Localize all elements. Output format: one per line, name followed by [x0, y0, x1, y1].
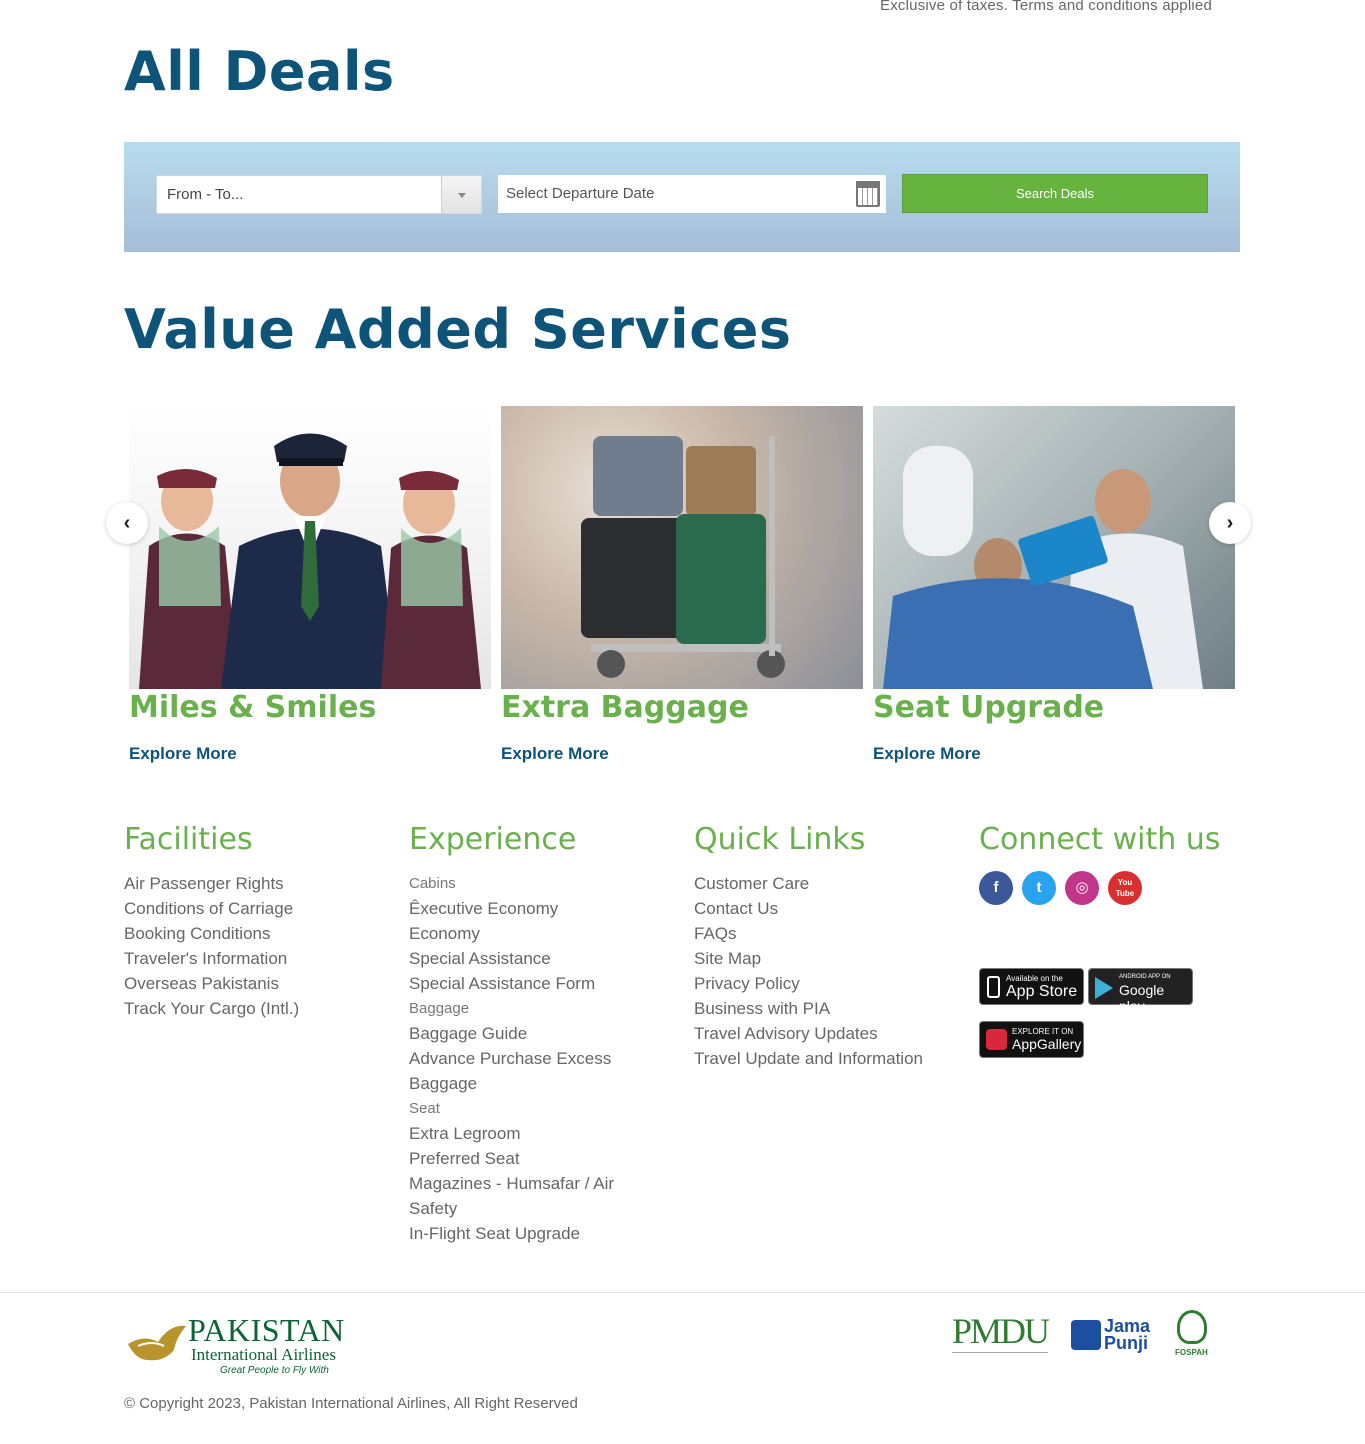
jama-punji-text: Jama Punji [1104, 1316, 1151, 1353]
facebook-icon[interactable]: f [979, 871, 1013, 905]
footer-link[interactable]: Track Your Cargo (Intl.) [124, 996, 299, 1021]
app-store-badge[interactable]: Available on the App Store [979, 968, 1084, 1005]
route-select-value: From - To... [167, 186, 244, 203]
copyright-text: © Copyright 2023, Pakistan International… [124, 1395, 578, 1412]
footer-link[interactable]: Extra Legroom [409, 1121, 649, 1146]
deal-search-bar: From - To... Select Departure Date Searc… [124, 142, 1240, 252]
service-title: Extra Baggage [501, 690, 749, 725]
google-small-text: ANDROID APP ON [1119, 974, 1171, 980]
instagram-icon[interactable]: ◎ [1065, 871, 1099, 905]
footer-link[interactable]: Site Map [694, 946, 923, 971]
footer-link[interactable]: Economy [409, 921, 649, 946]
calendar-icon[interactable] [856, 181, 880, 207]
carousel-prev-button[interactable]: ‹ [106, 502, 148, 544]
pia-emblem-icon [128, 1325, 186, 1361]
jama-punji-emblem-icon [1071, 1320, 1101, 1350]
footer-link[interactable]: Booking Conditions [124, 921, 299, 946]
social-links: f t ◎ You Tube [979, 871, 1220, 905]
pia-logo[interactable]: PAKISTAN International Airlines Great Pe… [124, 1312, 354, 1384]
google-play-badge[interactable]: ANDROID APP ON Google play [1088, 968, 1193, 1014]
app-gallery-big-text: AppGallery [1012, 1036, 1082, 1052]
footer-link[interactable]: Baggage Guide [409, 1021, 649, 1046]
quick-links-column: Quick Links Customer Care Contact Us FAQ… [694, 822, 923, 1071]
footer-link[interactable]: Customer Care [694, 871, 923, 896]
services-carousel: Miles & Smiles Explore More Extra Baggag… [106, 406, 1251, 786]
crew-photo [129, 406, 491, 689]
value-added-services-heading: Value Added Services [124, 298, 792, 361]
apple-icon [987, 976, 1000, 998]
service-card-miles[interactable]: Miles & Smiles Explore More [129, 406, 491, 763]
footer-divider [0, 1292, 1365, 1293]
app-store-small-text: Available on the [1006, 974, 1063, 983]
route-select[interactable]: From - To... [156, 175, 482, 214]
pmdu-logo[interactable]: PMDU [952, 1310, 1052, 1362]
connect-column: Connect with us f t ◎ You Tube [979, 822, 1220, 905]
explore-more-link[interactable]: Explore More [873, 744, 981, 764]
service-card-baggage[interactable]: Extra Baggage Explore More [501, 406, 863, 763]
footer-link[interactable]: Advance Purchase Excess Baggage [409, 1046, 649, 1096]
service-title: Miles & Smiles [129, 690, 377, 725]
connect-heading: Connect with us [979, 822, 1221, 857]
huawei-icon [986, 1029, 1007, 1050]
app-gallery-small-text: EXPLORE IT ON [1012, 1027, 1074, 1036]
footer-link[interactable]: Conditions of Carriage [124, 896, 299, 921]
search-deals-button[interactable]: Search Deals [902, 174, 1208, 213]
footer-link[interactable]: Special Assistance [409, 946, 649, 971]
logo-main-text: PAKISTAN [188, 1312, 345, 1348]
tax-note: Exclusive of taxes. Terms and conditions… [880, 0, 1212, 14]
seat-upgrade-photo [873, 406, 1235, 689]
twitter-icon[interactable]: t [1022, 871, 1056, 905]
departure-date-placeholder: Select Departure Date [506, 185, 655, 202]
departure-date-input[interactable]: Select Departure Date [498, 175, 886, 213]
footer-link[interactable]: Travel Update and Information [694, 1046, 923, 1071]
footer-link[interactable]: Special Assistance Form [409, 971, 649, 996]
logo-tagline: Great People to Fly With [220, 1365, 329, 1376]
fospah-text: FOSPAH [1175, 1348, 1208, 1357]
jama-punji-logo[interactable]: Jama Punji [1071, 1316, 1161, 1362]
baggage-photo [501, 406, 863, 689]
cabins-label: Cabins [409, 875, 456, 892]
youtube-icon[interactable]: You Tube [1108, 871, 1142, 905]
footer-link[interactable]: Magazines - Humsafar / Air Safety [409, 1171, 649, 1221]
app-store-big-text: App Store [1006, 983, 1078, 1000]
pmdu-text: PMDU [952, 1311, 1050, 1351]
pmdu-caption [952, 1352, 1048, 1360]
explore-more-link[interactable]: Explore More [501, 744, 609, 764]
play-icon [1095, 977, 1113, 999]
quick-links-heading: Quick Links [694, 822, 866, 857]
footer-link[interactable]: Overseas Pakistanis [124, 971, 299, 996]
footer-link[interactable]: Travel Advisory Updates [694, 1021, 923, 1046]
all-deals-heading: All Deals [124, 40, 395, 103]
baggage-label: Baggage [409, 1000, 470, 1017]
logo-sub-text: International Airlines [191, 1345, 336, 1364]
footer-link[interactable]: Privacy Policy [694, 971, 923, 996]
footer-link[interactable]: Air Passenger Rights [124, 871, 299, 896]
footer-link[interactable]: Preferred Seat [409, 1146, 649, 1171]
seat-label: Seat [409, 1100, 440, 1117]
explore-more-link[interactable]: Explore More [129, 744, 237, 764]
footer-link[interactable]: Êxecutive Economy [409, 896, 649, 921]
experience-heading: Experience [409, 822, 577, 857]
carousel-next-button[interactable]: › [1209, 502, 1251, 544]
service-title: Seat Upgrade [873, 690, 1105, 725]
service-card-seat[interactable]: Seat Upgrade Explore More [873, 406, 1235, 763]
footer-link[interactable]: Contact Us [694, 896, 923, 921]
footer-link[interactable]: Business with PIA [694, 996, 923, 1021]
footer-link[interactable]: Traveler's Information [124, 946, 299, 971]
experience-column: Experience Cabins Êxecutive Economy Econ… [409, 822, 649, 1246]
fospah-logo[interactable]: FOSPAH [1172, 1310, 1212, 1360]
google-big-text: Google play [1119, 982, 1165, 1014]
footer-link[interactable]: FAQs [694, 921, 923, 946]
chevron-down-icon[interactable] [441, 176, 481, 213]
app-gallery-badge[interactable]: EXPLORE IT ON AppGallery [979, 1021, 1084, 1058]
facilities-heading: Facilities [124, 822, 253, 857]
footer-link[interactable]: In-Flight Seat Upgrade [409, 1221, 649, 1246]
govt-emblem-icon [1177, 1310, 1207, 1344]
facilities-column: Facilities Air Passenger Rights Conditio… [124, 822, 299, 1021]
